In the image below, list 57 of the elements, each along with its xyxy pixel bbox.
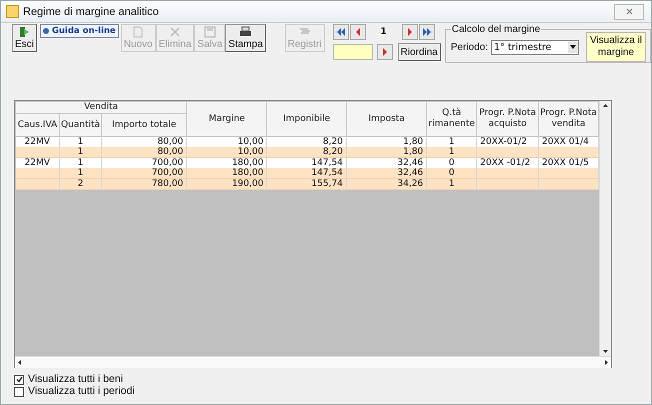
caret-icon [570,45,576,49]
help-link[interactable]: Guida on-line [40,24,119,38]
table-cell: 780,00 [102,178,187,190]
column-group-header: Vendita [16,102,187,114]
period-dropdown[interactable]: 1° trimestre [491,40,579,54]
exit-icon [18,26,30,38]
close-icon [626,8,632,15]
column-header: Importo totale [102,114,187,136]
table-cell: 10,00 [186,147,267,158]
table-cell: 1,80 [346,147,427,158]
table-cell: 700,00 [102,168,187,178]
column-header: Progr. P.Nota vendita [538,102,598,136]
previous-record-icon[interactable] [350,24,366,40]
checkbox[interactable] [14,374,24,384]
floppy-icon [204,26,216,38]
checkbox-label: Visualizza tutti i beni [28,374,123,385]
column-header: Progr. P.Nota acquisto [476,102,539,136]
group-title: Calcolo del margine [450,24,542,35]
column-header: Caus.IVA [16,114,60,136]
sort-button[interactable]: Riordina [398,43,441,61]
table-cell: 1 [59,168,102,178]
column-header: Q.tà rimanente [426,102,477,136]
column-header: Imponibile [266,102,346,136]
go-record-icon[interactable] [376,44,392,60]
table-cell: 80,00 [102,147,187,158]
window-title: Regime di margine analitico [23,6,159,18]
table-cell: 0 [426,168,477,178]
toolbar-button[interactable]: Stampa [225,24,266,52]
document-icon [132,26,144,38]
table-cell: 22MV [16,136,60,147]
table-cell: 190,00 [186,178,267,190]
delete-icon [169,26,181,38]
show-margin-button[interactable]: Visualizza il margine [586,32,646,62]
table-cell: 180,00 [186,168,267,178]
record-field[interactable] [332,44,372,60]
table-cell: 1 [426,147,477,158]
table-cell: 22MV [16,158,60,168]
checkbox-label: Visualizza tutti i periodi [28,386,135,397]
table-cell: 34,26 [346,178,427,190]
table-cell: 147,54 [266,168,346,178]
period-label: Periodo: [450,42,488,52]
next-record-icon[interactable] [402,24,418,40]
toolbar-button[interactable]: Esci [12,24,37,52]
column-header: Margine [186,102,267,136]
table-cell: 32,46 [346,168,427,178]
app-icon [6,5,19,18]
column-header: Imposta [346,102,427,136]
first-record-icon[interactable] [332,24,348,40]
checkbox[interactable] [14,386,24,396]
close-button[interactable] [614,4,644,20]
column-header: Quantità [59,114,102,136]
record-number: 1 [379,27,388,37]
last-record-icon[interactable] [418,24,434,40]
table-cell: 8,20 [266,147,346,158]
table-cell: 155,74 [266,178,346,190]
table-cell: 1 [59,147,102,158]
printer-icon [239,26,252,38]
